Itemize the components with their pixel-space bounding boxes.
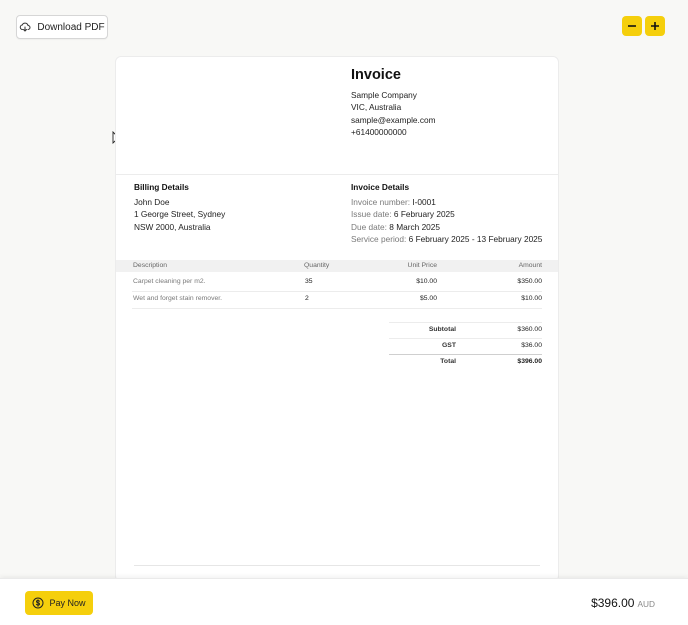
amount-due: $396.00 AUD — [591, 596, 655, 610]
invoice-details: Invoice Details Invoice number: I-0001 I… — [351, 182, 542, 245]
row-amount: $10.00 — [521, 295, 542, 302]
row-description: Wet and forget stain remover. — [133, 295, 223, 302]
due-date-line: Due date: 8 March 2025 — [351, 221, 542, 233]
row-unit-price: $5.00 — [419, 295, 437, 302]
payment-bar: Pay Now $396.00 AUD — [0, 578, 688, 625]
totals-block: Subtotal $360.00 GST $36.00 Total $396.0… — [389, 322, 542, 370]
company-email: sample@example.com — [351, 114, 436, 125]
billing-city: NSW 2000, Australia — [134, 221, 211, 232]
gst-row: GST $36.00 — [389, 338, 542, 354]
amount-due-currency: AUD — [637, 599, 655, 609]
column-header-unit-price: Unit Price — [407, 262, 437, 269]
invoice-details-heading: Invoice Details — [351, 182, 410, 192]
due-date-label: Due date: — [351, 221, 387, 232]
column-header-amount: Amount — [518, 262, 542, 269]
total-value: $396.00 — [517, 358, 542, 365]
total-row: Total $396.00 — [389, 354, 542, 370]
invoice-number-value: I-0001 — [412, 197, 436, 207]
subtotal-value: $360.00 — [517, 326, 542, 333]
minus-icon — [628, 25, 636, 27]
subtotal-label: Subtotal — [428, 326, 456, 333]
company-phone: +61400000000 — [351, 126, 407, 137]
issue-date-label: Issue date: — [351, 209, 392, 220]
invoice-header: Invoice Sample Company VIC, Australia sa… — [351, 67, 436, 138]
zoom-out-button[interactable] — [622, 16, 642, 36]
company-region: VIC, Australia — [351, 102, 402, 113]
billing-street: 1 George Street, Sydney — [134, 209, 226, 220]
row-quantity: 35 — [305, 278, 313, 285]
billing-heading: Billing Details — [134, 182, 189, 192]
subtotal-row: Subtotal $360.00 — [389, 322, 542, 338]
gst-value: $36.00 — [521, 342, 542, 349]
invoice-document: Invoice Sample Company VIC, Australia sa… — [115, 56, 559, 582]
service-period-value: 6 February 2025 - 13 February 2025 — [408, 233, 543, 244]
table-row: Carpet cleaning per m2. 35 $10.00 $350.0… — [132, 275, 542, 292]
pay-now-button[interactable]: Pay Now — [25, 591, 93, 615]
zoom-in-button[interactable] — [645, 16, 665, 36]
cloud-download-icon — [20, 22, 31, 32]
column-header-description: Description — [133, 262, 167, 269]
column-header-quantity: Quantity — [304, 262, 330, 269]
plus-icon — [651, 22, 659, 30]
row-amount: $350.00 — [517, 278, 542, 285]
row-unit-price: $10.00 — [416, 278, 437, 285]
gst-label: GST — [442, 342, 456, 349]
service-period-label: Service period: — [351, 233, 407, 244]
total-label: Total — [440, 358, 456, 365]
row-description: Carpet cleaning per m2. — [133, 278, 206, 285]
pay-now-label: Pay Now — [49, 598, 86, 608]
footer-divider — [134, 565, 540, 566]
invoice-title: Invoice — [351, 67, 401, 83]
issue-date-line: Issue date: 6 February 2025 — [351, 208, 542, 220]
download-pdf-label: Download PDF — [37, 21, 105, 33]
due-date-value: 8 March 2025 — [389, 221, 441, 232]
billing-name: John Doe — [134, 197, 170, 207]
billing-details: Billing Details John Doe 1 George Street… — [134, 182, 225, 233]
amount-due-value: $396.00 — [591, 596, 635, 610]
header-divider — [116, 174, 558, 175]
invoice-number-line: Invoice number: I-0001 — [351, 196, 542, 208]
row-quantity: 2 — [305, 295, 309, 302]
invoice-number-label: Invoice number: — [351, 197, 411, 207]
dollar-coin-icon — [32, 597, 44, 609]
service-period-line: Service period: 6 February 2025 - 13 Feb… — [351, 233, 542, 245]
issue-date-value: 6 February 2025 — [393, 209, 455, 220]
table-row: Wet and forget stain remover. 2 $5.00 $1… — [132, 292, 542, 309]
download-pdf-button[interactable]: Download PDF — [16, 15, 108, 39]
company-name: Sample Company — [351, 90, 417, 100]
line-items-header: Description Quantity Unit Price Amount — [116, 260, 558, 272]
